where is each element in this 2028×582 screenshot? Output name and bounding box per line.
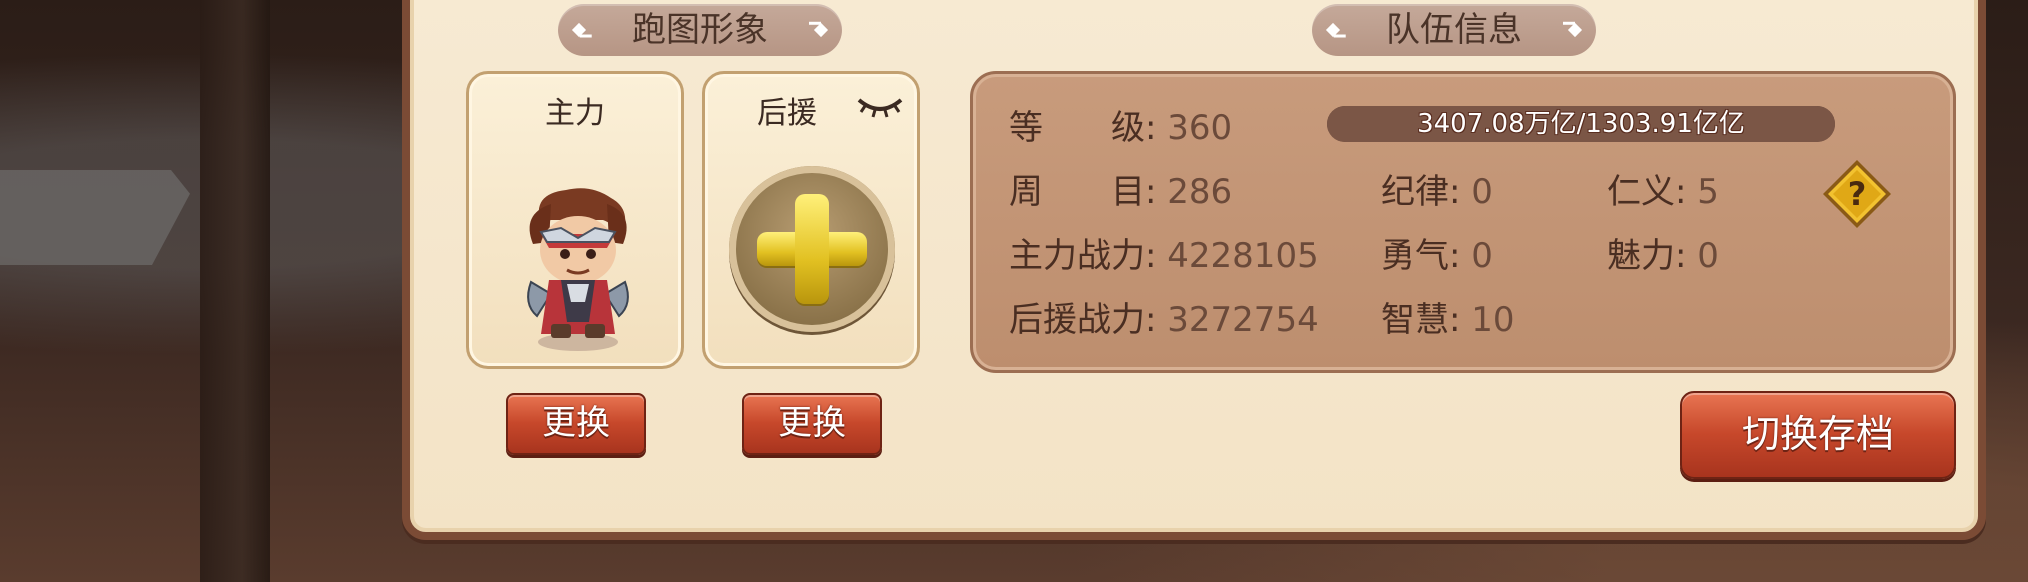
hero-avatar bbox=[527, 188, 629, 351]
cycle-label: 周 目: bbox=[1009, 172, 1157, 212]
level-value: 360 bbox=[1167, 108, 1233, 148]
switch-save-button[interactable]: 切换存档 bbox=[1680, 391, 1956, 479]
svg-text:?: ? bbox=[1848, 175, 1867, 213]
closed-eye-icon[interactable] bbox=[855, 92, 905, 120]
courage-stat: 勇气: 0 bbox=[1381, 228, 1493, 277]
change-support-button[interactable]: 更换 bbox=[742, 393, 882, 455]
team-info-title: 队伍信息 bbox=[1386, 10, 1522, 50]
discipline-label: 纪律: bbox=[1381, 172, 1461, 212]
wisdom-stat: 智慧: 10 bbox=[1381, 292, 1515, 341]
main-power-label: 主力战力: bbox=[1009, 236, 1157, 276]
experience-text: 3407.08万亿/1303.91亿亿 bbox=[1417, 109, 1745, 139]
support-character-card[interactable]: 后援 bbox=[702, 71, 920, 369]
appearance-title: 跑图形象 bbox=[632, 10, 768, 50]
main-power-stat: 主力战力: 4228105 bbox=[1009, 228, 1319, 277]
level-stat: 等 级: 360 bbox=[1009, 100, 1232, 149]
level-label: 等 级: bbox=[1009, 108, 1157, 148]
ornament-left-icon bbox=[1325, 22, 1341, 38]
ornament-right-icon bbox=[1567, 22, 1583, 38]
add-support-button[interactable] bbox=[729, 166, 895, 332]
team-panel: 跑图形象 队伍信息 主力 后援 更换 更换 等 级: 360 3407.08万亿… bbox=[402, 0, 1986, 540]
courage-value: 0 bbox=[1471, 236, 1493, 276]
wisdom-label: 智慧: bbox=[1381, 300, 1461, 340]
team-info-box: 等 级: 360 3407.08万亿/1303.91亿亿 周 目: 286 纪律… bbox=[970, 71, 1956, 373]
support-power-value: 3272754 bbox=[1167, 300, 1319, 340]
cycle-stat: 周 目: 286 bbox=[1009, 164, 1232, 213]
support-power-label: 后援战力: bbox=[1009, 300, 1157, 340]
discipline-stat: 纪律: 0 bbox=[1381, 164, 1493, 213]
plus-icon bbox=[795, 194, 829, 304]
benevolence-stat: 仁义: 5 bbox=[1607, 164, 1719, 213]
cycle-value: 286 bbox=[1167, 172, 1233, 212]
background-post bbox=[200, 0, 270, 582]
experience-bar: 3407.08万亿/1303.91亿亿 bbox=[1327, 106, 1835, 142]
ornament-right-icon bbox=[813, 22, 829, 38]
courage-label: 勇气: bbox=[1381, 236, 1461, 276]
benevolence-label: 仁义: bbox=[1607, 172, 1687, 212]
discipline-value: 0 bbox=[1471, 172, 1493, 212]
charm-stat: 魅力: 0 bbox=[1607, 228, 1719, 277]
benevolence-value: 5 bbox=[1697, 172, 1719, 212]
main-card-label: 主力 bbox=[545, 96, 605, 131]
charm-value: 0 bbox=[1697, 236, 1719, 276]
wisdom-value: 10 bbox=[1471, 300, 1515, 340]
main-power-value: 4228105 bbox=[1167, 236, 1319, 276]
main-character-card[interactable]: 主力 bbox=[466, 71, 684, 369]
question-diamond-icon[interactable]: ? bbox=[1821, 158, 1893, 230]
team-info-title-pill: 队伍信息 bbox=[1312, 4, 1596, 56]
charm-label: 魅力: bbox=[1607, 236, 1687, 276]
support-power-stat: 后援战力: 3272754 bbox=[1009, 292, 1319, 341]
appearance-title-pill: 跑图形象 bbox=[558, 4, 842, 56]
ornament-left-icon bbox=[571, 22, 587, 38]
change-main-button[interactable]: 更换 bbox=[506, 393, 646, 455]
